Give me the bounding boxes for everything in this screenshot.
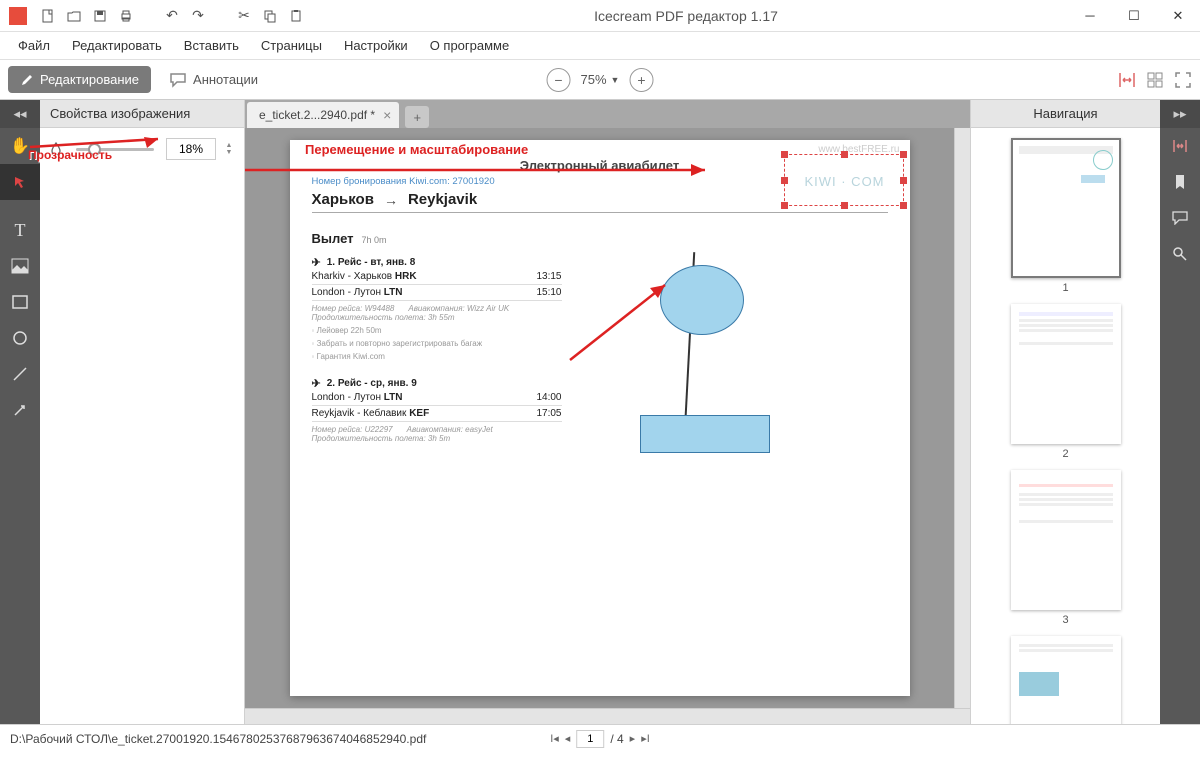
right-tool-rail: ▸▸ <box>1160 100 1200 724</box>
window-title: Icecream PDF редактор 1.17 <box>304 8 1068 24</box>
tab-close-icon[interactable]: × <box>383 107 391 123</box>
page-navigator: I◂ ◂ / 4 ▸ ▸I <box>550 730 650 748</box>
next-page-button[interactable]: ▸ <box>630 732 636 745</box>
page-input[interactable] <box>576 730 604 748</box>
pencil-icon <box>20 73 34 87</box>
main-toolbar: Редактирование Аннотации − 75% ▼ + <box>0 60 1200 100</box>
menu-pages[interactable]: Страницы <box>251 35 332 56</box>
comment-icon <box>169 72 187 88</box>
workspace: ◂◂ ✋ T Свойства изображения ▲▼ e_ticket.… <box>0 100 1200 724</box>
annotation-arrow <box>570 280 680 360</box>
annotation-mode-button[interactable]: Аннотации <box>159 66 268 94</box>
first-page-button[interactable]: I◂ <box>550 732 559 745</box>
statusbar: D:\Рабочий СТОЛ\e_ticket.27001920.154678… <box>0 724 1200 752</box>
menu-edit[interactable]: Редактировать <box>62 35 172 56</box>
minimize-button[interactable]: ─ <box>1068 0 1112 32</box>
menu-about[interactable]: О программе <box>420 35 520 56</box>
rect-tool[interactable] <box>0 284 40 320</box>
comments-tab[interactable] <box>1160 200 1200 236</box>
fullscreen-icon[interactable] <box>1174 71 1192 89</box>
arrow-icon: → <box>384 192 398 208</box>
collapse-right-button[interactable]: ▸▸ <box>1160 100 1200 128</box>
navigation-header: Навигация <box>971 100 1160 128</box>
print-icon[interactable] <box>118 8 134 24</box>
opacity-up[interactable]: ▲ <box>222 142 236 149</box>
navigation-panel: Навигация 1 2 3 4 <box>970 100 1160 724</box>
collapse-left-button[interactable]: ◂◂ <box>0 100 40 128</box>
close-button[interactable]: ✕ <box>1156 0 1200 32</box>
page-thumbnail-4[interactable] <box>1011 636 1121 724</box>
maximize-button[interactable]: ☐ <box>1112 0 1156 32</box>
page-total: / 4 <box>610 732 623 746</box>
flight2-header: ✈2. Рейс - ср, янв. 9 <box>312 377 562 390</box>
page-thumbnail-1[interactable] <box>1011 138 1121 278</box>
vertical-scrollbar[interactable] <box>954 128 970 708</box>
page-thumbnail-3[interactable] <box>1011 470 1121 610</box>
properties-header: Свойства изображения <box>40 100 244 128</box>
menubar: Файл Редактировать Вставить Страницы Нас… <box>0 32 1200 60</box>
prev-page-button[interactable]: ◂ <box>565 732 571 745</box>
thumbnail-list: 1 2 3 4 <box>971 128 1160 724</box>
opacity-input[interactable] <box>166 138 216 160</box>
edit-mode-button[interactable]: Редактирование <box>8 66 151 93</box>
page-thumbnail-2[interactable] <box>1011 304 1121 444</box>
titlebar: ↶ ↷ ✂ Icecream PDF редактор 1.17 ─ ☐ ✕ <box>0 0 1200 32</box>
document-tab[interactable]: e_ticket.2...2940.pdf * × <box>247 102 399 128</box>
text-tool[interactable]: T <box>0 212 40 248</box>
drawn-rectangle[interactable] <box>640 415 770 453</box>
thumbnails-tab[interactable] <box>1160 128 1200 164</box>
redo-icon[interactable]: ↷ <box>190 8 206 24</box>
horizontal-scrollbar[interactable] <box>245 708 970 724</box>
flight1-header: ✈1. Рейс - вт, янв. 8 <box>312 256 562 269</box>
plane-icon: ✈ <box>312 377 321 390</box>
copy-icon[interactable] <box>262 8 278 24</box>
page-layout-icon[interactable] <box>1146 71 1164 89</box>
save-icon[interactable] <box>92 8 108 24</box>
zoom-in-button[interactable]: + <box>629 68 653 92</box>
zoom-controls: − 75% ▼ + <box>547 68 654 92</box>
plane-icon: ✈ <box>312 256 321 269</box>
pdf-page[interactable]: www.bestFREE.ru Электронный авиабилет Но… <box>290 140 910 696</box>
canvas[interactable]: www.bestFREE.ru Электронный авиабилет Но… <box>245 128 954 708</box>
menu-insert[interactable]: Вставить <box>174 35 249 56</box>
zoom-out-button[interactable]: − <box>547 68 571 92</box>
last-page-button[interactable]: ▸I <box>641 732 650 745</box>
properties-panel: Свойства изображения ▲▼ <box>40 100 245 724</box>
select-tool[interactable] <box>0 164 40 200</box>
zoom-level[interactable]: 75% ▼ <box>581 72 620 87</box>
arrow-tool[interactable] <box>0 392 40 428</box>
annotation-arrow-transparency <box>30 137 170 157</box>
opacity-down[interactable]: ▼ <box>222 149 236 156</box>
bookmarks-tab[interactable] <box>1160 164 1200 200</box>
open-icon[interactable] <box>66 8 82 24</box>
menu-settings[interactable]: Настройки <box>334 35 418 56</box>
paste-icon[interactable] <box>288 8 304 24</box>
search-tab[interactable] <box>1160 236 1200 272</box>
tab-add-button[interactable]: + <box>405 106 429 128</box>
ellipse-tool[interactable] <box>0 320 40 356</box>
image-tool[interactable] <box>0 248 40 284</box>
new-icon[interactable] <box>40 8 56 24</box>
annotation-arrow-move <box>245 164 725 184</box>
left-tool-rail: ◂◂ ✋ T <box>0 100 40 724</box>
depart-section: Вылет7h 0m <box>312 231 888 246</box>
app-logo <box>4 2 32 30</box>
fit-width-icon[interactable] <box>1118 71 1136 89</box>
cut-icon[interactable]: ✂ <box>236 8 252 24</box>
selection-box[interactable] <box>784 154 904 206</box>
document-area: e_ticket.2...2940.pdf * × + www.bestFREE… <box>245 100 970 724</box>
annotation-label-move: Перемещение и масштабирование <box>305 142 528 157</box>
file-path: D:\Рабочий СТОЛ\e_ticket.27001920.154678… <box>10 732 426 746</box>
line-tool[interactable] <box>0 356 40 392</box>
undo-icon[interactable]: ↶ <box>164 8 180 24</box>
tabs-row: e_ticket.2...2940.pdf * × + <box>245 100 970 128</box>
menu-file[interactable]: Файл <box>8 35 60 56</box>
